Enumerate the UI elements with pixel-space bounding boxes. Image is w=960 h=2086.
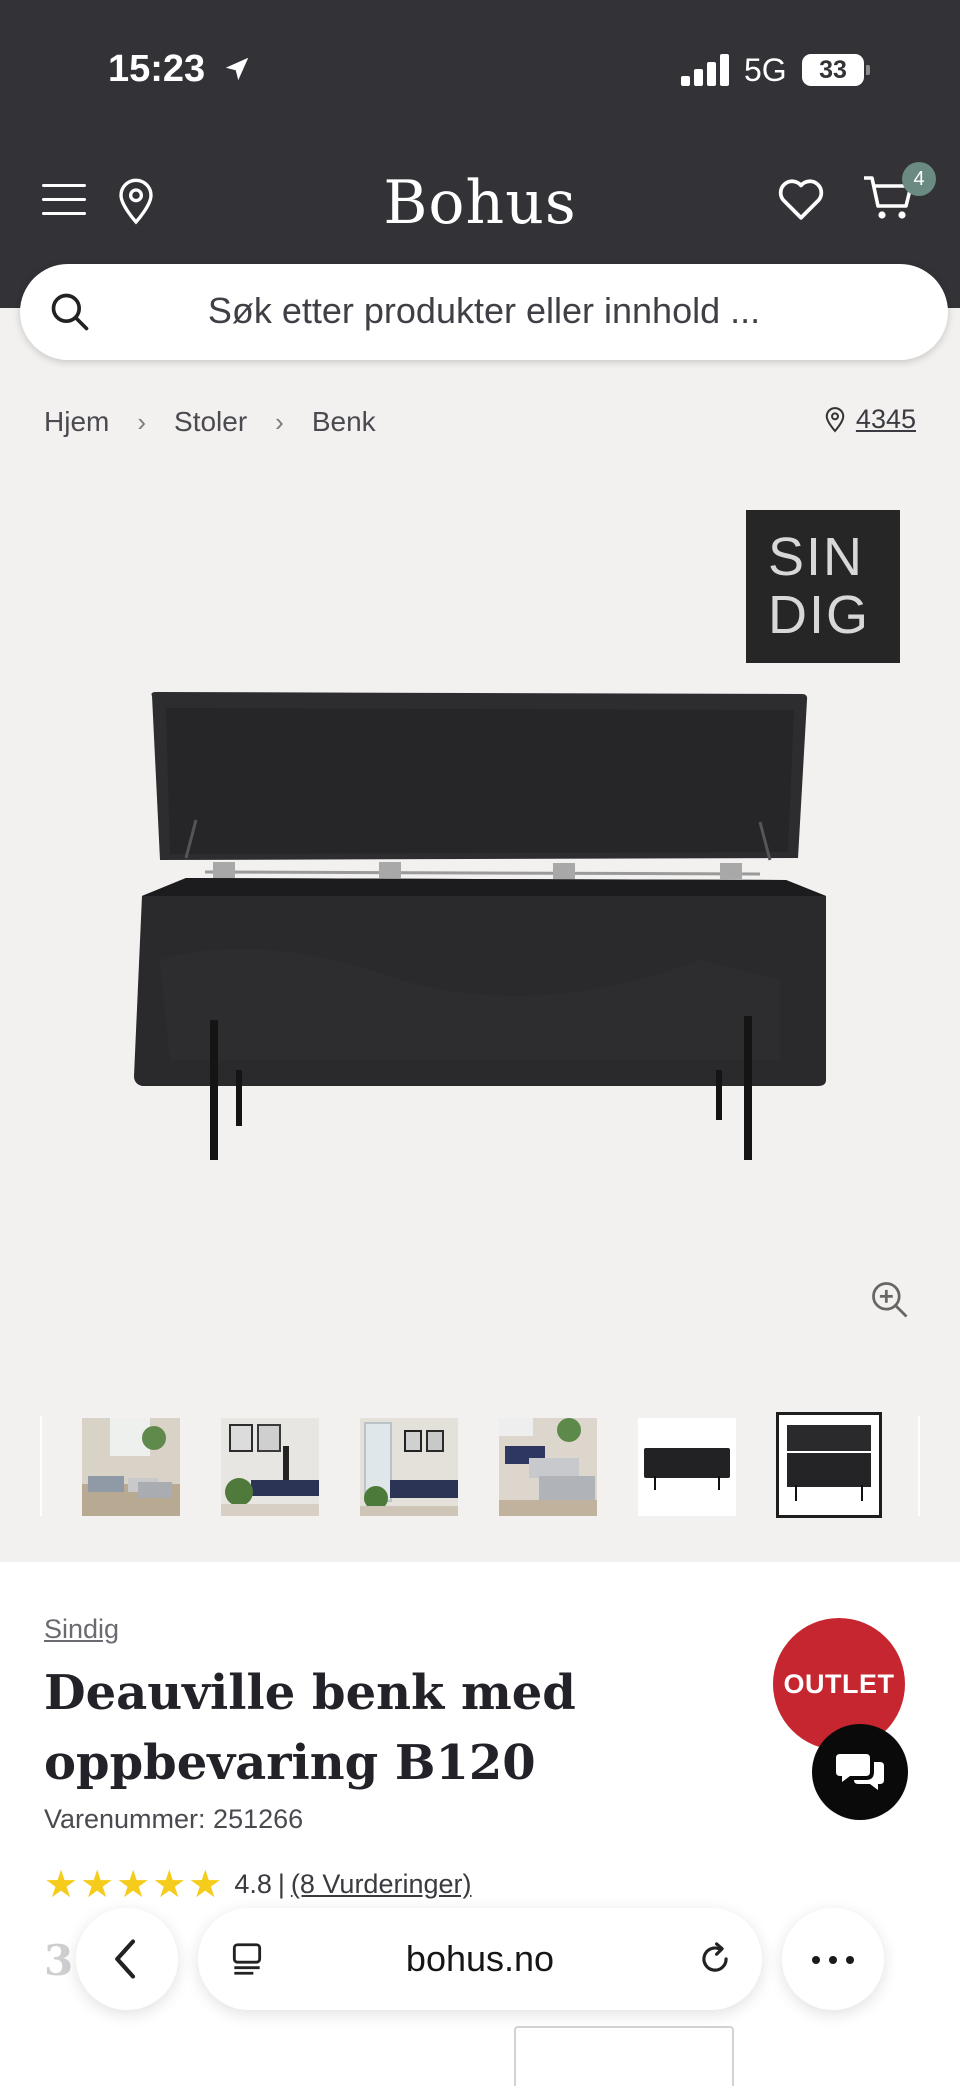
reload-icon[interactable] — [696, 1940, 734, 1978]
rating-stars-icon: ★★★★★ — [44, 1864, 225, 1906]
chevron-right-icon: › — [275, 406, 284, 437]
thumbnail-4[interactable] — [499, 1418, 597, 1516]
browser-address-bar[interactable]: bohus.no — [198, 1908, 762, 2010]
battery-icon: 33 — [802, 54, 870, 86]
browser-url: bohus.no — [405, 1938, 555, 1979]
search-placeholder: Søk etter produkter eller innhold ... — [207, 290, 761, 331]
wishlist-heart-icon[interactable] — [776, 176, 826, 222]
rating-separator: | — [277, 1869, 285, 1899]
breadcrumb-benk[interactable]: Benk — [312, 406, 376, 438]
signal-icon — [681, 54, 729, 86]
brand-logo-row1: SIN — [768, 527, 865, 587]
status-time: 15:23 — [108, 48, 206, 90]
store-selector[interactable]: 4345 — [824, 404, 916, 435]
thumbnail-6-active[interactable] — [776, 1412, 882, 1518]
reviews-link[interactable]: (8 Vurderinger) — [291, 1869, 472, 1900]
sindig-brand-logo: SIN DIG — [746, 510, 900, 663]
network-type: 5G — [744, 52, 787, 88]
chevron-right-icon: › — [137, 406, 147, 437]
price-peek: 3 — [44, 1936, 74, 1985]
product-rating: ★★★★★ 4.8 | (8 Vurderinger) — [44, 1862, 471, 1907]
breadcrumb-stoler[interactable]: Stoler — [174, 406, 247, 438]
browser-more-button[interactable] — [782, 1908, 884, 2010]
location-pin-icon — [825, 406, 845, 433]
location-arrow-icon — [225, 57, 249, 81]
thumbnail-3[interactable] — [360, 1418, 458, 1516]
search-input[interactable]: Søk etter produkter eller innhold ... — [20, 264, 948, 360]
rating-value: 4.8 — [234, 1869, 272, 1899]
chat-button[interactable] — [812, 1724, 908, 1820]
product-title: Deauville benk med oppbevaring B120 — [44, 1665, 576, 1791]
thumbnail-1[interactable] — [82, 1418, 180, 1516]
battery-level: 33 — [819, 56, 847, 84]
zoom-in-icon[interactable] — [868, 1278, 912, 1322]
cart-count-badge: 4 — [902, 162, 936, 196]
thumbnail-strip — [40, 1412, 920, 1518]
chat-bubbles-icon — [836, 1754, 884, 1790]
browser-back-button[interactable] — [76, 1908, 178, 2010]
product-brand-link[interactable]: Sindig — [44, 1614, 119, 1645]
store-postal-code: 4345 — [855, 404, 916, 434]
content-peek-box — [514, 2026, 734, 2086]
chevron-left-icon — [115, 1939, 136, 1979]
thumbnail-5[interactable] — [638, 1418, 736, 1516]
product-sku: Varenummer: 251266 — [44, 1804, 304, 1834]
app-header: 15:23 5G 33 Bohus 4 — [0, 0, 960, 308]
breadcrumb-home[interactable]: Hjem — [44, 406, 109, 438]
thumbnail-2[interactable] — [221, 1418, 319, 1516]
brand-logo-row2: DIG — [768, 585, 871, 645]
breadcrumb: Hjem › Stoler › Benk — [44, 406, 376, 438]
